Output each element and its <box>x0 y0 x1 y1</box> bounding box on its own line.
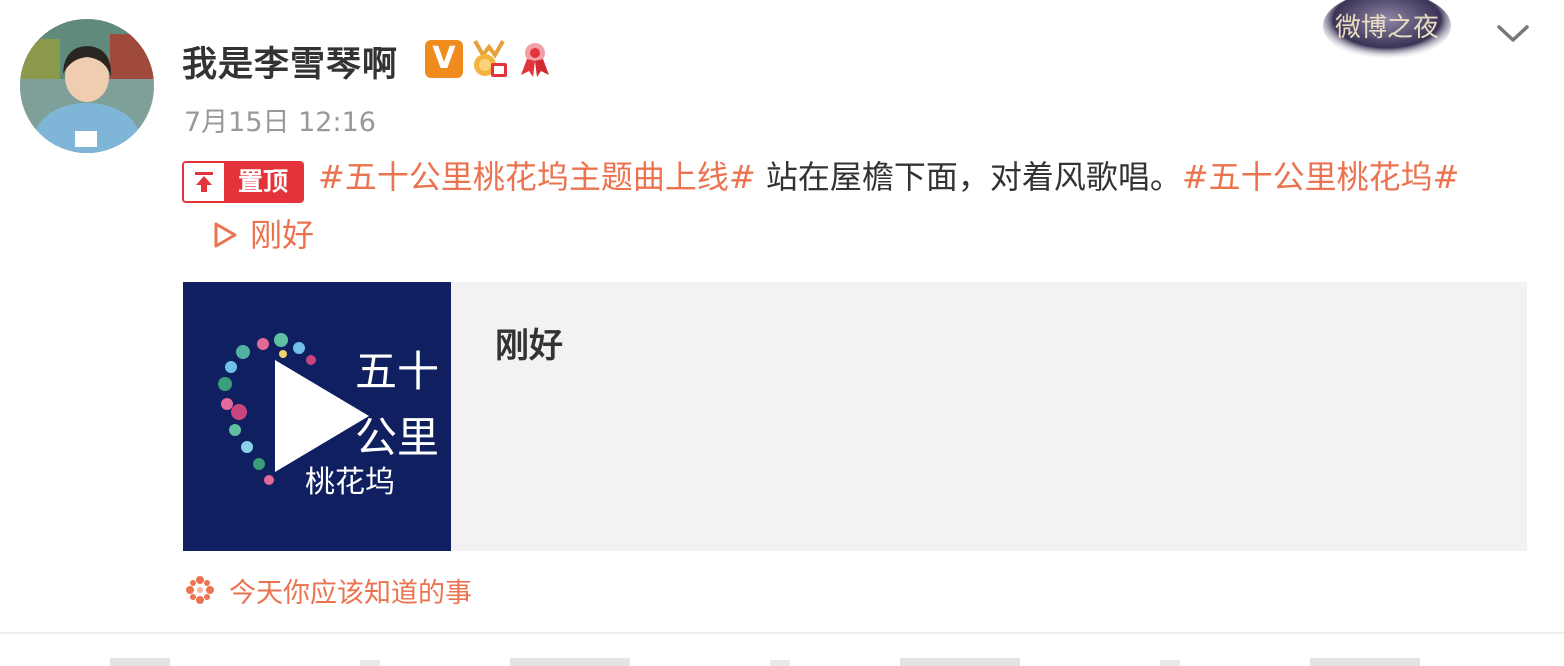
pin-label: 置顶 <box>224 163 303 201</box>
avatar[interactable] <box>20 19 154 153</box>
media-card[interactable]: 五十 公里 桃花坞 刚好 <box>183 282 1527 551</box>
media-cover[interactable]: 五十 公里 桃花坞 <box>183 282 451 551</box>
cover-text-2: 公里 <box>355 413 439 462</box>
footer-tag-link[interactable]: 今天你应该知道的事 <box>183 568 472 612</box>
weibo-night-logo: 微博之夜 <box>1323 0 1451 60</box>
event-logo[interactable]: 微博之夜 <box>1322 0 1452 60</box>
play-link[interactable]: 刚好 <box>212 216 314 254</box>
cover-artwork: 五十 公里 桃花坞 <box>183 282 451 551</box>
ribbon-badge-icon[interactable] <box>515 37 555 81</box>
cover-text-3: 桃花坞 <box>305 465 395 500</box>
author-badges: V <box>425 37 555 81</box>
post-text: 站在屋檐下面，对着风歌唱。 <box>755 158 1182 196</box>
footer-tag-label: 今天你应该知道的事 <box>229 577 472 609</box>
chevron-down-icon[interactable] <box>1494 18 1532 48</box>
author-name[interactable]: 我是李雪琴啊 <box>182 36 398 87</box>
media-title[interactable]: 刚好 <box>495 318 563 367</box>
topic-link-theme-song[interactable]: #五十公里桃花坞主题曲上线# <box>318 158 756 196</box>
pin-top-icon <box>184 163 224 201</box>
topic-link-show[interactable]: #五十公里桃花坞# <box>1182 158 1460 196</box>
avatar-image <box>20 19 154 153</box>
flower-icon <box>186 576 214 604</box>
play-icon <box>214 222 237 248</box>
gold-medal-icon[interactable] <box>467 37 511 81</box>
pinned-tag: 置顶 <box>182 161 305 203</box>
verified-v-icon[interactable]: V <box>425 40 463 78</box>
post-content: 置顶 #五十公里桃花坞主题曲上线# 站在屋檐下面，对着风歌唱。#五十公里桃花坞#… <box>182 148 1522 264</box>
action-bar-partial <box>110 658 1420 666</box>
play-link-label: 刚好 <box>250 216 315 254</box>
post-timestamp[interactable]: 7月15日 12:16 <box>184 100 376 139</box>
cover-text-1: 五十 <box>355 347 439 396</box>
divider <box>0 632 1564 634</box>
event-logo-text: 微博之夜 <box>1335 13 1439 43</box>
